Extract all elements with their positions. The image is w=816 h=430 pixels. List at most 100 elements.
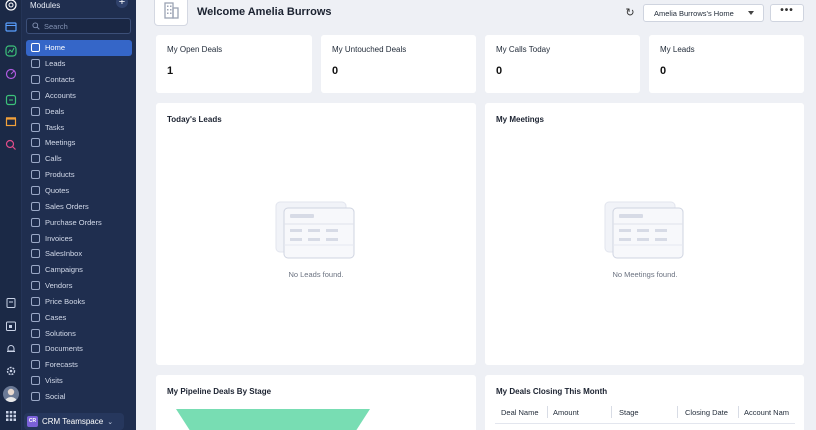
module-icon (31, 376, 40, 386)
page-title: Welcome Amelia Burrows (197, 6, 332, 18)
sidebar-item-solutions[interactable]: Solutions (26, 325, 132, 341)
sidebar-item-calls[interactable]: Calls (26, 151, 132, 167)
module-icon (31, 391, 40, 401)
sidebar-item-purchase-orders[interactable]: Purchase Orders (26, 214, 132, 230)
add-module-button[interactable]: + (116, 0, 128, 8)
sidebar-item-documents[interactable]: Documents (26, 341, 132, 357)
modules-icon[interactable] (4, 20, 18, 34)
sidebar-item-label: SalesInbox (45, 249, 83, 259)
empty-message: No Meetings found. (612, 270, 678, 279)
sidebar-item-products[interactable]: Products (26, 167, 132, 183)
building-icon (154, 0, 188, 26)
sidebar-item-forecasts[interactable]: Forecasts (26, 357, 132, 373)
caret-down-icon (748, 11, 754, 15)
sidebar-item-label: Forecasts (45, 360, 78, 370)
sidebar-item-cases[interactable]: Cases (26, 309, 132, 325)
sidebar-item-tasks[interactable]: Tasks (26, 119, 132, 135)
calendar-icon[interactable] (4, 319, 18, 333)
stat-card-open-deals[interactable]: My Open Deals 1 (156, 35, 312, 93)
sidebar-item-sales-orders[interactable]: Sales Orders (26, 198, 132, 214)
module-list: Home Leads Contacts Accounts Deals Tasks Meeti… (26, 40, 132, 404)
stat-card-untouched-deals[interactable]: My Untouched Deals 0 (321, 35, 476, 93)
search-icon (32, 22, 40, 30)
module-icon (31, 217, 40, 227)
gear-icon[interactable] (4, 364, 18, 378)
more-options-button[interactable]: ••• (770, 4, 804, 22)
module-icon (31, 344, 40, 354)
sidebar-item-visits[interactable]: Visits (26, 373, 132, 389)
sidebar-item-price-books[interactable]: Price Books (26, 294, 132, 310)
column-header[interactable]: Amount (553, 408, 579, 417)
teamspace-switcher[interactable]: CR CRM Teamspace ⌄ (24, 413, 124, 430)
avatar[interactable] (3, 386, 19, 402)
module-icon (31, 59, 40, 69)
column-divider (611, 406, 612, 418)
sidebar-title: Modules (30, 0, 61, 10)
deals-closing-panel: My Deals Closing This Month Deal Name Am… (485, 375, 804, 430)
module-icon (31, 360, 40, 370)
store-icon[interactable] (4, 114, 18, 128)
search-input[interactable] (44, 21, 124, 31)
sidebar-item-meetings[interactable]: Meetings (26, 135, 132, 151)
notes-icon[interactable] (4, 296, 18, 310)
stat-card-my-leads[interactable]: My Leads 0 (649, 35, 804, 93)
stat-value: 0 (332, 65, 339, 77)
app-rail (0, 0, 22, 430)
stat-value: 0 (496, 65, 503, 77)
sidebar-item-label: Documents (45, 344, 83, 354)
sidebar-item-label: Cases (45, 312, 67, 322)
sidebar-item-social[interactable]: Social (26, 389, 132, 405)
home-header: Welcome Amelia Burrows ↻ Amelia Burrows'… (136, 0, 816, 28)
refresh-icon[interactable]: ↻ (624, 7, 636, 19)
sidebar-item-label: Purchase Orders (45, 217, 102, 227)
sidebar-item-label: Tasks (45, 122, 65, 132)
funnel-stage-bar[interactable] (176, 409, 370, 430)
module-icon (31, 43, 40, 53)
panel-title: My Meetings (496, 115, 545, 124)
module-icon (31, 122, 40, 132)
sidebar-item-deals[interactable]: Deals (26, 103, 132, 119)
column-header[interactable]: Account Nam (744, 408, 794, 417)
empty-table-icon (604, 201, 684, 259)
sidebar-header: Modules + (22, 0, 136, 10)
sidebar-item-label: Sales Orders (45, 201, 89, 211)
stat-card-calls-today[interactable]: My Calls Today 0 (485, 35, 640, 93)
sidebar-item-campaigns[interactable]: Campaigns (26, 262, 132, 278)
main-content: Welcome Amelia Burrows ↻ Amelia Burrows'… (136, 0, 816, 430)
panel-title: Today's Leads (167, 115, 222, 124)
column-header[interactable]: Closing Date (685, 408, 728, 417)
module-search[interactable] (26, 18, 131, 34)
sidebar-item-label: Vendors (45, 281, 73, 291)
activity-icon[interactable] (4, 67, 18, 81)
tools-icon[interactable] (4, 93, 18, 107)
chevron-down-icon: ⌄ (107, 418, 114, 426)
module-icon (31, 170, 40, 180)
sidebar-item-invoices[interactable]: Invoices (26, 230, 132, 246)
teamspace-label: CRM Teamspace (42, 417, 104, 426)
analytics-icon[interactable] (4, 44, 18, 58)
sidebar-item-contacts[interactable]: Contacts (26, 72, 132, 88)
sidebar-item-label: Contacts (45, 75, 75, 85)
sidebar-item-label: Social (45, 391, 66, 401)
home-view-select[interactable]: Amelia Burrows's Home (643, 4, 764, 22)
app-grid-icon[interactable] (4, 409, 18, 423)
todays-leads-panel: Today's Leads No Leads found. (156, 103, 476, 365)
sidebar-item-accounts[interactable]: Accounts (26, 88, 132, 104)
column-header[interactable]: Deal Name (501, 408, 539, 417)
sidebar-item-home[interactable]: Home (26, 40, 132, 56)
module-icon (31, 138, 40, 148)
sidebar-item-quotes[interactable]: Quotes (26, 183, 132, 199)
crm-logo-icon[interactable] (4, 0, 18, 12)
column-header[interactable]: Stage (619, 408, 639, 417)
sidebar-item-label: Solutions (45, 328, 76, 338)
bell-icon[interactable] (4, 342, 18, 356)
deals-table-header: Deal Name Amount Stage Closing Date Acco… (495, 402, 795, 424)
empty-state: No Meetings found. (588, 200, 702, 279)
search-apps-icon[interactable] (4, 138, 18, 152)
sidebar-item-label: Accounts (45, 90, 76, 100)
module-icon (31, 201, 40, 211)
sidebar-item-vendors[interactable]: Vendors (26, 278, 132, 294)
column-divider (738, 406, 739, 418)
sidebar-item-salesinbox[interactable]: SalesInbox (26, 246, 132, 262)
sidebar-item-leads[interactable]: Leads (26, 56, 132, 72)
